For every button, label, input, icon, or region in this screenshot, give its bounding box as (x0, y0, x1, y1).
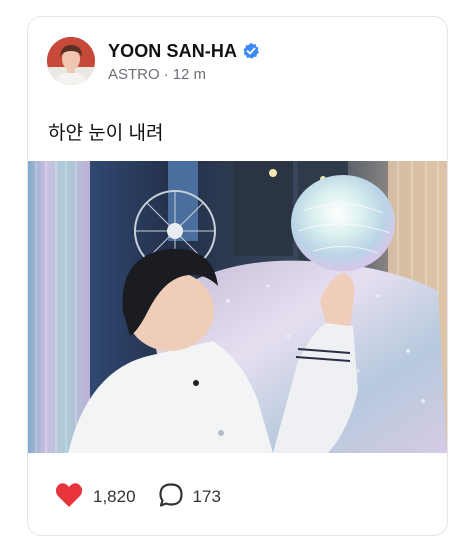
post-body-text: 하얀 눈이 내려 (48, 123, 164, 144)
post-meta: ASTRO · 12 m (108, 66, 206, 83)
post-timestamp: 12 m (172, 66, 207, 83)
comment-bubble-icon[interactable] (158, 482, 184, 513)
author-name[interactable]: YOON SAN-HA (108, 41, 237, 62)
author-avatar[interactable] (47, 37, 95, 85)
post-photo[interactable] (28, 161, 447, 453)
author-row: YOON SAN-HA (108, 40, 260, 62)
comment-count: 173 (192, 487, 221, 506)
heart-icon[interactable] (55, 482, 83, 513)
post-card: YOON SAN-HA ASTRO · 12 m 하얀 눈이 내려 1,820 … (27, 16, 448, 536)
group-name: ASTRO (108, 66, 160, 83)
post-actions: 1,820 173 (55, 482, 221, 513)
meta-separator: · (163, 66, 169, 83)
like-count: 1,820 (93, 487, 136, 506)
post-photo-illustration (28, 161, 447, 453)
verified-badge-icon (242, 42, 260, 60)
avatar-portrait (47, 37, 95, 85)
